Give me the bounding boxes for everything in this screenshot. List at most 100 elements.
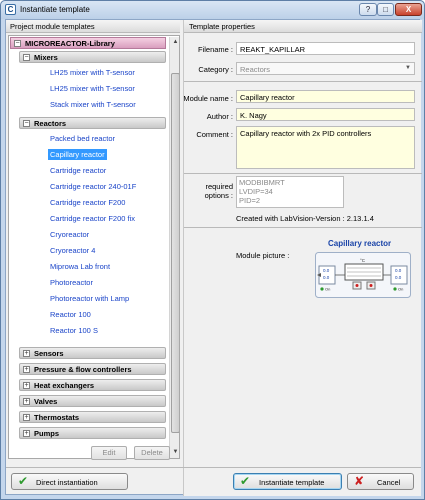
category-value: Reactors [240,65,271,74]
template-tree: − MICROREACTOR-Library − Mixers LH25 mix… [8,35,180,459]
checkmark-icon: ✔ [240,474,251,488]
edit-button[interactable]: Edit [91,446,127,460]
group-pumps[interactable]: + Pumps [19,427,166,439]
tree-item-selected[interactable]: Capillary reactor [48,149,107,160]
module-picture-title: Capillary reactor [328,239,392,248]
cancel-x-icon: ✘ [354,474,365,488]
tree-item[interactable]: Photoreactor [50,278,93,287]
tree-item[interactable]: LH25 mixer with T-sensor [50,68,135,77]
category-label: Category : [198,65,233,74]
scroll-thumb[interactable] [171,73,179,433]
filename-field[interactable]: REAKT_KAPILLAR [236,42,415,55]
group-label: Valves [34,397,58,406]
expand-icon[interactable]: + [23,366,30,373]
created-with-text: Created with LabVision-Version : 2.13.1.… [236,214,374,223]
group-label: Mixers [34,53,58,62]
status-on-right: On [398,287,403,292]
required-option: PID=2 [239,196,261,205]
comment-field[interactable]: Capillary reactor with 2x PID controller… [236,126,415,169]
status-on-left: On [325,287,330,292]
status-on-icon [320,287,324,291]
delete-button[interactable]: Delete [134,446,170,460]
group-sensors[interactable]: + Sensors [19,347,166,359]
comment-label: Comment : [196,130,233,139]
title-bar[interactable]: C Instantiate template ? □ X [1,1,424,19]
maximize-button[interactable]: □ [377,3,394,16]
expand-icon[interactable]: + [23,414,30,421]
chevron-down-icon[interactable]: ▼ [405,65,411,71]
divider [184,81,422,82]
category-select[interactable]: Reactors ▼ [236,62,415,75]
instantiate-template-label: Instantiate template [259,478,325,487]
required-options-label-1: required [205,182,233,191]
tree-item[interactable]: Cartridge reactor [50,166,106,175]
module-name-label: Module name : [183,94,233,103]
group-mixers[interactable]: − Mixers [19,51,166,63]
author-label: Author : [206,112,233,121]
direct-instantiation-label: Direct instantiation [36,478,98,487]
group-reactors[interactable]: − Reactors [19,117,166,129]
heater-indicator-icon [355,284,359,287]
checkmark-icon: ✔ [18,474,29,488]
tree-item[interactable]: Packed bed reactor [50,134,115,143]
close-button[interactable]: X [395,3,422,16]
collapse-icon[interactable]: − [14,40,21,47]
required-option: MODBIBMRT [239,178,285,187]
group-valves[interactable]: + Valves [19,395,166,407]
group-label: Heat exchangers [34,381,95,390]
cancel-button[interactable]: ✘ Cancel [347,473,414,490]
module-name-field[interactable]: Capillary reactor [236,90,415,103]
expand-icon[interactable]: + [23,382,30,389]
window-title: Instantiate template [20,5,90,14]
tree-item[interactable]: Cartridge reactor F200 [50,198,125,207]
tree-item[interactable]: Cartridge reactor F200 fix [50,214,135,223]
collapse-icon[interactable]: − [23,54,30,61]
module-picture-label: Module picture : [236,251,290,260]
required-options-label-2: options : [204,191,233,200]
right-top-value: 0.0 [395,268,402,273]
scroll-down-icon[interactable]: ▼ [170,447,179,458]
app-icon: C [5,4,16,15]
right-panel-header: Template properties [184,20,422,33]
tree-item[interactable]: Reactor 100 [50,310,91,319]
instantiate-template-button[interactable]: ✔ Instantiate template [233,473,342,490]
temp-unit: °C [360,258,366,263]
left-top-value: 0.0 [323,268,330,273]
heater-indicator-icon [369,284,373,287]
left-panel-header: Project module templates [6,20,180,33]
help-button[interactable]: ? [359,3,377,16]
cancel-label: Cancel [377,478,401,487]
group-label: Thermostats [34,413,80,422]
capillary-reactor-diagram: 0.0 0.0 °C 0.0 0.0 On On [315,252,411,298]
dialog-body: Project module templates − MICROREACTOR-… [5,19,422,496]
divider [184,227,422,228]
direct-instantiation-button[interactable]: ✔ Direct instantiation [11,473,128,490]
group-pressure-flow[interactable]: + Pressure & flow controllers [19,363,166,375]
library-row[interactable]: − MICROREACTOR-Library [10,37,166,49]
group-heat-exchangers[interactable]: + Heat exchangers [19,379,166,391]
tree-item[interactable]: Photoreactor with Lamp [50,294,129,303]
required-option: LVDIP=34 [239,187,273,196]
collapse-icon[interactable]: − [23,120,30,127]
instantiate-template-window: C Instantiate template ? □ X Project mod… [0,0,425,500]
tree-item[interactable]: Reactor 100 S [50,326,98,335]
expand-icon[interactable]: + [23,350,30,357]
group-label: Sensors [34,349,64,358]
author-field[interactable]: K. Nagy [236,108,415,121]
tree-item[interactable]: Cartridge reactor 240-01F [50,182,136,191]
tree-item[interactable]: Cryoreactor 4 [50,246,95,255]
tree-item[interactable]: Miprowa Lab front [50,262,110,271]
group-thermostats[interactable]: + Thermostats [19,411,166,423]
expand-icon[interactable]: + [23,430,30,437]
group-label: Pumps [34,429,60,438]
library-label: MICROREACTOR-Library [25,39,115,48]
group-label: Pressure & flow controllers [34,365,132,374]
filename-label: Filename : [197,45,233,54]
template-properties-panel: Template properties Filename : REAKT_KAP… [183,20,422,496]
group-label: Reactors [34,119,67,128]
footer-divider [6,467,421,468]
tree-item[interactable]: Cryoreactor [50,230,89,239]
tree-item[interactable]: LH25 mixer with T-sensor [50,84,135,93]
tree-item[interactable]: Stack mixer with T-sensor [50,100,136,109]
expand-icon[interactable]: + [23,398,30,405]
